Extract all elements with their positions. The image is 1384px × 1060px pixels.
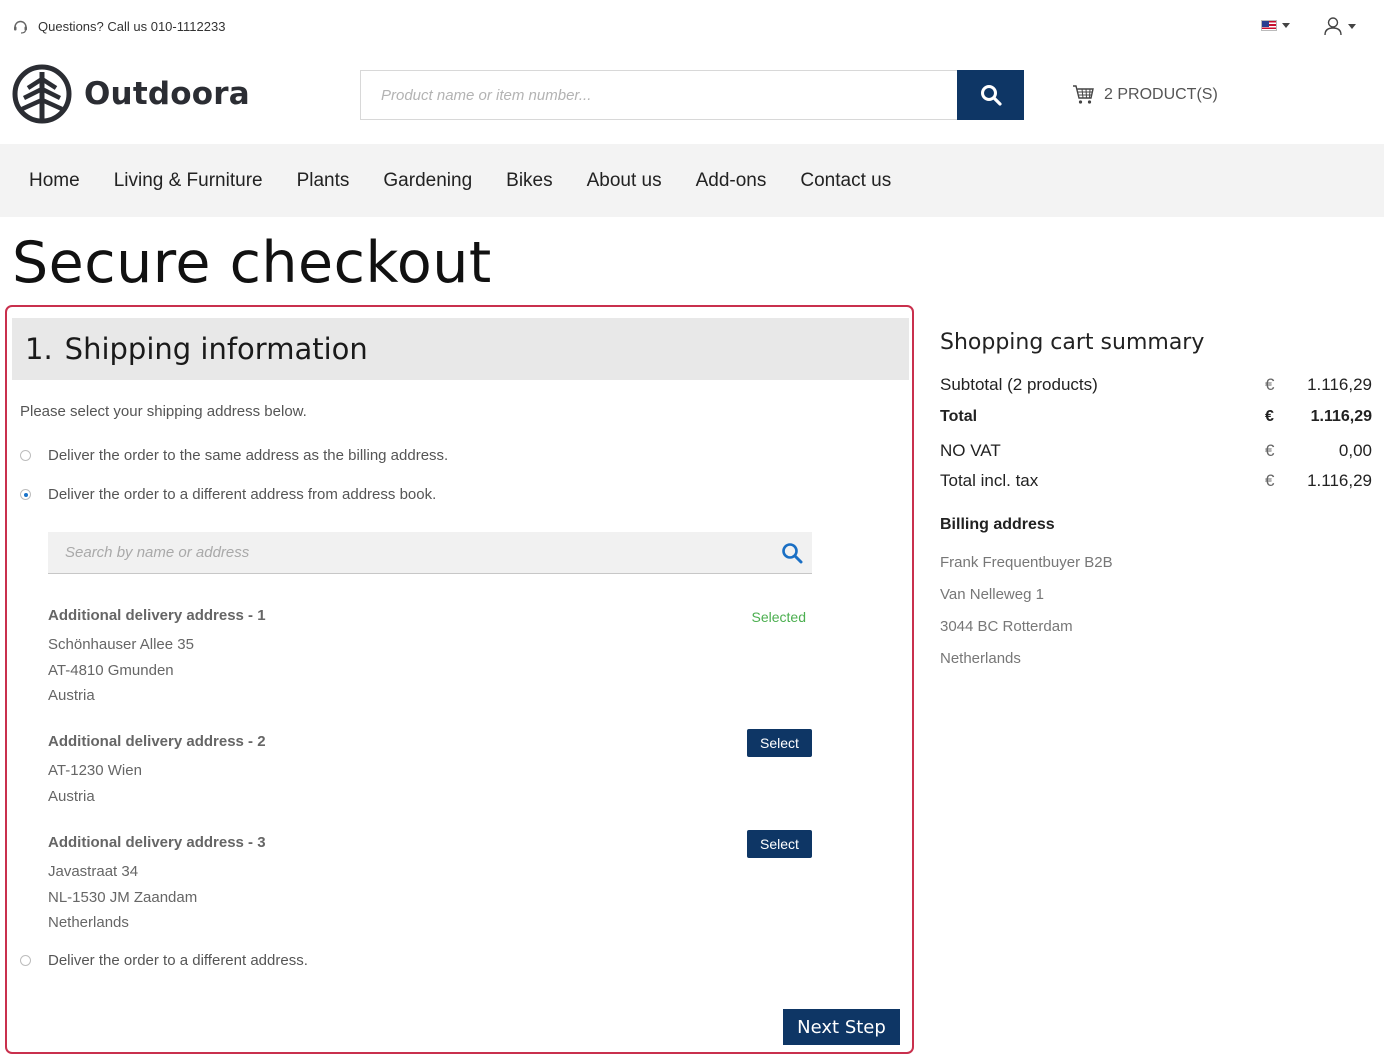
address-line: AT-4810 Gmunden: [48, 661, 174, 679]
address-search: [48, 532, 812, 574]
summary-value: 1.116,29: [1307, 375, 1372, 394]
billing-address-line: 3044 BC Rotterdam: [940, 618, 1073, 635]
address-card: Additional delivery address - 1 Schönhau…: [48, 607, 812, 709]
summary-row-vat: NO VAT € 0,00: [940, 441, 1372, 471]
shipping-step-header: 1. Shipping information: [12, 318, 909, 380]
support-text: Questions? Call us 010-1112233: [38, 19, 226, 34]
step-title: Shipping information: [64, 332, 368, 366]
shipping-intro: Please select your shipping address belo…: [20, 403, 307, 420]
page-title: Secure checkout: [12, 230, 492, 296]
select-address-button[interactable]: Select: [747, 729, 812, 757]
option-label: Deliver the order to a different address…: [48, 952, 308, 969]
currency-symbol: €: [1265, 471, 1275, 490]
nav-item-plants[interactable]: Plants: [297, 170, 350, 192]
address-line: Javastraat 34: [48, 863, 139, 880]
address-line: Austria: [48, 687, 95, 704]
summary-value: 1.116,29: [1310, 408, 1372, 425]
main-navigation: Home Living & Furniture Plants Gardening…: [0, 144, 1384, 217]
address-line: NL-1530 JM Zaandam: [48, 888, 198, 906]
headset-icon: [14, 20, 27, 34]
summary-label: NO VAT: [940, 441, 1001, 460]
cart-summary: Shopping cart summary Subtotal (2 produc…: [940, 330, 1372, 675]
nav-item-contact-us[interactable]: Contact us: [800, 170, 891, 192]
next-step-button[interactable]: Next Step: [783, 1009, 900, 1045]
radio-button[interactable]: [20, 450, 31, 461]
address-search-input[interactable]: [48, 532, 748, 573]
nav-item-about-us[interactable]: About us: [587, 170, 662, 192]
radio-button[interactable]: [20, 955, 31, 966]
summary-row-total: Total € 1.116,29: [940, 408, 1372, 441]
nav-item-living-furniture[interactable]: Living & Furniture: [114, 170, 263, 192]
billing-address-line: Van Nelleweg 1: [940, 586, 1044, 603]
address-line: AT-1230 Wien: [48, 762, 142, 779]
logo-text: Outdoora: [84, 76, 250, 112]
summary-row-subtotal: Subtotal (2 products) € 1.116,29: [940, 375, 1372, 408]
currency-symbol: €: [1265, 408, 1274, 425]
option-label: Deliver the order to a different address…: [48, 486, 437, 503]
shopping-cart-icon: [1073, 85, 1094, 104]
select-address-button[interactable]: Select: [747, 830, 812, 858]
address-line: Austria: [48, 787, 95, 805]
billing-address-line: Netherlands: [940, 650, 1021, 667]
search-icon: [980, 85, 1002, 106]
summary-value: 1.116,29: [1307, 471, 1372, 490]
top-bar: Questions? Call us 010-1112233: [0, 0, 1384, 54]
nav-item-gardening[interactable]: Gardening: [383, 170, 472, 192]
option-label: Deliver the order to the same address as…: [48, 447, 449, 464]
chevron-down-icon: [1348, 23, 1356, 29]
option-same-as-billing[interactable]: Deliver the order to the same address as…: [20, 447, 448, 464]
summary-label: Subtotal (2 products): [940, 375, 1098, 394]
billing-address-title: Billing address: [940, 516, 1055, 533]
account-menu[interactable]: [1323, 16, 1356, 36]
shipping-panel: 1. Shipping information Please select yo…: [5, 305, 914, 1054]
product-search: [360, 70, 1024, 120]
address-line: Netherlands: [48, 914, 129, 931]
us-flag-icon: [1261, 20, 1277, 31]
option-different-address[interactable]: Deliver the order to a different address…: [20, 952, 308, 969]
summary-label: Total incl. tax: [940, 471, 1039, 490]
nav-item-home[interactable]: Home: [29, 170, 80, 192]
site-logo[interactable]: Outdoora: [12, 64, 250, 124]
billing-address-line: Frank Frequentbuyer B2B: [940, 554, 1113, 571]
address-title: Additional delivery address - 3: [48, 834, 266, 851]
nav-item-bikes[interactable]: Bikes: [506, 170, 552, 192]
search-button[interactable]: [957, 70, 1024, 120]
currency-symbol: €: [1265, 441, 1275, 460]
search-icon[interactable]: [781, 542, 803, 564]
address-card: Additional delivery address - 2 AT-1230 …: [48, 729, 812, 809]
step-number: 1.: [25, 332, 53, 366]
summary-row-total-incl-tax: Total incl. tax € 1.116,29: [940, 471, 1372, 504]
support-info: Questions? Call us 010-1112233: [12, 18, 225, 35]
address-card: Additional delivery address - 3 Javastra…: [48, 830, 812, 936]
currency-symbol: €: [1265, 375, 1275, 394]
cart-link[interactable]: 2 PRODUCT(S): [1072, 84, 1218, 105]
user-icon: [1324, 17, 1342, 36]
chevron-down-icon: [1282, 23, 1290, 28]
nav-item-add-ons[interactable]: Add-ons: [696, 170, 767, 192]
address-title: Additional delivery address - 2: [48, 733, 266, 750]
language-selector[interactable]: [1261, 20, 1290, 31]
address-line: Schönhauser Allee 35: [48, 636, 194, 653]
tree-logo-icon: [12, 64, 72, 124]
selected-status: Selected: [751, 609, 806, 625]
option-address-book[interactable]: Deliver the order to a different address…: [20, 486, 436, 503]
summary-title: Shopping cart summary: [940, 330, 1205, 355]
summary-label: Total: [940, 408, 978, 425]
address-title: Additional delivery address - 1: [48, 607, 266, 624]
cart-count-label: 2 PRODUCT(S): [1104, 85, 1218, 103]
summary-value: 0,00: [1338, 441, 1372, 460]
product-search-input[interactable]: [360, 70, 957, 120]
radio-button[interactable]: [20, 489, 31, 500]
